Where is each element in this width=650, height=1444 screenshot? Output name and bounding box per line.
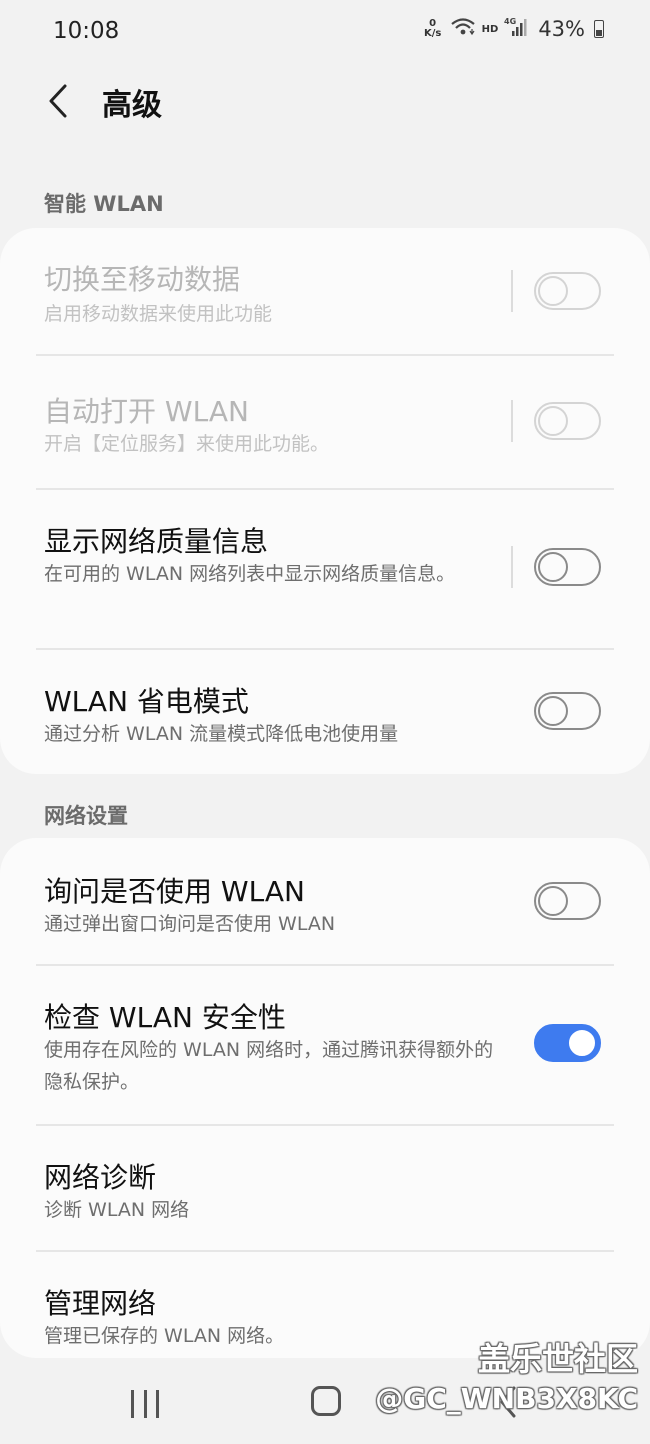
setting-subtitle: 管理已保存的 WLAN 网络。 (44, 1325, 285, 1347)
setting-row-switch-to-mobile-data[interactable]: 切换至移动数据 启用移动数据来使用此功能 (0, 228, 650, 354)
setting-row-wlan-power-saving[interactable]: WLAN 省电模式 通过分析 WLAN 流量模式降低电池使用量 (0, 650, 650, 774)
setting-title: 检查 WLAN 安全性 (44, 1001, 286, 1034)
net-speed-unit: K/s (423, 28, 442, 39)
toggle-knob (567, 1028, 597, 1058)
recent-apps-icon[interactable] (131, 1390, 159, 1418)
setting-title: 自动打开 WLAN (44, 395, 249, 428)
battery-icon (594, 20, 604, 38)
setting-subtitle: 使用存在风险的 WLAN 网络时，通过腾讯获得额外的隐私保护。 (44, 1039, 494, 1093)
status-time: 10:08 (53, 18, 120, 44)
setting-subtitle: 开启【定位服务】来使用此功能。 (44, 433, 330, 455)
toggle-auto-enable-wlan[interactable] (534, 402, 601, 440)
setting-subtitle: 在可用的 WLAN 网络列表中显示网络质量信息。 (44, 563, 456, 585)
setting-title: WLAN 省电模式 (44, 685, 249, 718)
setting-title: 询问是否使用 WLAN (44, 875, 305, 908)
toggle-ask-to-use-wlan[interactable] (534, 882, 601, 920)
toggle-check-wlan-security[interactable] (534, 1024, 601, 1062)
setting-row-network-quality-info[interactable]: 显示网络质量信息 在可用的 WLAN 网络列表中显示网络质量信息。 (0, 490, 650, 648)
setting-title: 管理网络 (44, 1287, 157, 1320)
toggle-wlan-power-saving[interactable] (534, 692, 601, 730)
battery-percent: 43% (538, 17, 585, 41)
watermark-community: 盖乐世社区 (477, 1340, 638, 1378)
section-label-smart-wlan: 智能 WLAN (44, 192, 164, 216)
setting-subtitle: 通过弹出窗口询问是否使用 WLAN (44, 913, 336, 935)
setting-subtitle: 启用移动数据来使用此功能 (44, 303, 273, 325)
wifi-icon (450, 17, 476, 41)
signal-icon: 4G (504, 16, 528, 42)
setting-title: 切换至移动数据 (44, 263, 241, 296)
status-icons: 0 K/s HD 4G 43% (422, 16, 604, 42)
vertical-divider (511, 270, 513, 312)
watermark-username: @GC_WNB3X8KC (375, 1382, 638, 1415)
home-icon[interactable] (311, 1386, 341, 1416)
toggle-knob (538, 406, 568, 436)
vertical-divider (511, 546, 513, 588)
toggle-knob (538, 886, 568, 916)
setting-subtitle: 通过分析 WLAN 流量模式降低电池使用量 (44, 723, 399, 745)
setting-row-ask-to-use-wlan[interactable]: 询问是否使用 WLAN 通过弹出窗口询问是否使用 WLAN (0, 838, 650, 964)
toggle-knob (538, 552, 568, 582)
back-button[interactable] (36, 76, 80, 126)
page-title: 高级 (102, 88, 162, 123)
section-label-network-settings: 网络设置 (44, 804, 128, 828)
setting-subtitle: 诊断 WLAN 网络 (44, 1199, 190, 1221)
signal-label: 4G (504, 17, 516, 26)
setting-row-auto-enable-wlan[interactable]: 自动打开 WLAN 开启【定位服务】来使用此功能。 (0, 356, 650, 488)
chevron-left-icon (49, 84, 67, 118)
hd-label: HD (481, 23, 499, 35)
network-settings-card: 询问是否使用 WLAN 通过弹出窗口询问是否使用 WLAN 检查 WLAN 安全… (0, 838, 650, 1358)
toggle-switch-to-mobile-data[interactable] (534, 272, 601, 310)
toggle-knob (538, 696, 568, 726)
status-bar: 10:08 0 K/s HD 4G 43% (0, 0, 650, 64)
setting-title: 网络诊断 (44, 1161, 157, 1194)
net-speed-indicator: 0 K/s (422, 19, 444, 39)
vertical-divider (511, 400, 513, 442)
toggle-knob (538, 276, 568, 306)
toggle-network-quality-info[interactable] (534, 548, 601, 586)
app-header: 高级 (0, 68, 650, 138)
setting-row-check-wlan-security[interactable]: 检查 WLAN 安全性 使用存在风险的 WLAN 网络时，通过腾讯获得额外的隐私… (0, 966, 650, 1124)
setting-row-network-diagnosis[interactable]: 网络诊断 诊断 WLAN 网络 (0, 1126, 650, 1250)
smart-wlan-card: 切换至移动数据 启用移动数据来使用此功能 自动打开 WLAN 开启【定位服务】来… (0, 228, 650, 774)
setting-title: 显示网络质量信息 (44, 525, 269, 558)
